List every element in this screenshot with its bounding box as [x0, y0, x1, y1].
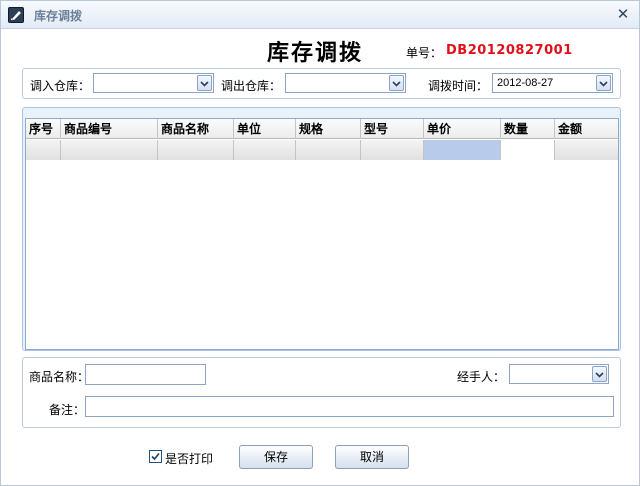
order-number-value: DB20120827001: [446, 43, 573, 58]
column-header-index[interactable]: 序号: [26, 119, 61, 139]
transfer-in-warehouse-select[interactable]: [93, 73, 214, 93]
cell-unit[interactable]: [234, 140, 296, 160]
items-table[interactable]: 序号 商品编号 商品名称 单位 规格 型号 单价 数量 金额: [25, 118, 619, 350]
chevron-down-icon[interactable]: [596, 75, 611, 91]
column-header-unit-price[interactable]: 单价: [424, 119, 501, 139]
transfer-time-picker[interactable]: 2012-08-27: [492, 73, 613, 93]
product-name-input[interactable]: [85, 364, 206, 385]
close-icon[interactable]: ✕: [614, 5, 632, 23]
window-title: 库存调拨: [34, 9, 83, 23]
details-panel: 商品名称： 经手人： 备注：: [22, 357, 621, 428]
column-header-quantity[interactable]: 数量: [501, 119, 555, 139]
handler-select[interactable]: [509, 364, 609, 384]
table-row[interactable]: [26, 140, 618, 160]
print-checkbox[interactable]: [149, 450, 162, 463]
column-header-unit[interactable]: 单位: [234, 119, 296, 139]
column-header-product-code[interactable]: 商品编号: [61, 119, 158, 139]
app-icon: [8, 7, 24, 23]
remark-label: 备注：: [49, 403, 86, 417]
column-header-spec[interactable]: 规格: [296, 119, 361, 139]
handler-label: 经手人：: [457, 370, 506, 384]
save-button[interactable]: 保存: [239, 445, 313, 469]
column-header-amount[interactable]: 金额: [555, 119, 618, 139]
cell-model[interactable]: [361, 140, 424, 160]
chevron-down-icon[interactable]: [197, 75, 212, 91]
column-header-model[interactable]: 型号: [361, 119, 424, 139]
cell-unit-price[interactable]: [424, 140, 501, 160]
cell-product-code[interactable]: [61, 140, 158, 160]
transfer-out-warehouse-select[interactable]: [285, 73, 406, 93]
remark-input[interactable]: [85, 396, 614, 417]
cell-product-name[interactable]: [158, 140, 234, 160]
transfer-dialog: 库存调拨 ✕ 库存调拨 单号： DB20120827001 调入仓库： 调出仓库…: [0, 0, 640, 486]
transfer-in-label: 调入仓库：: [30, 79, 91, 93]
chevron-down-icon[interactable]: [389, 75, 404, 91]
table-header: 序号 商品编号 商品名称 单位 规格 型号 单价 数量 金额: [26, 119, 618, 139]
transfer-time-label: 调拨时间：: [428, 79, 489, 93]
cell-spec[interactable]: [296, 140, 361, 160]
chevron-down-icon[interactable]: [592, 366, 607, 382]
transfer-out-label: 调出仓库：: [221, 79, 282, 93]
cancel-button[interactable]: 取消: [335, 445, 409, 469]
cell-index[interactable]: [26, 140, 61, 160]
product-name-label: 商品名称：: [29, 370, 90, 384]
items-grid-panel: 序号 商品编号 商品名称 单位 规格 型号 单价 数量 金额: [22, 107, 621, 351]
checkmark-icon: [151, 452, 160, 461]
filter-panel: 调入仓库： 调出仓库： 调拨时间： 2012-08-27: [22, 68, 621, 99]
cell-quantity[interactable]: [501, 140, 555, 160]
order-number-label: 单号：: [406, 46, 443, 60]
page-title: 库存调拨: [267, 40, 364, 66]
cell-amount[interactable]: [555, 140, 618, 160]
print-checkbox-label[interactable]: 是否打印: [165, 450, 213, 467]
title-bar: 库存调拨 ✕: [1, 1, 639, 29]
transfer-time-value: 2012-08-27: [497, 77, 554, 89]
column-header-product-name[interactable]: 商品名称: [158, 119, 234, 139]
